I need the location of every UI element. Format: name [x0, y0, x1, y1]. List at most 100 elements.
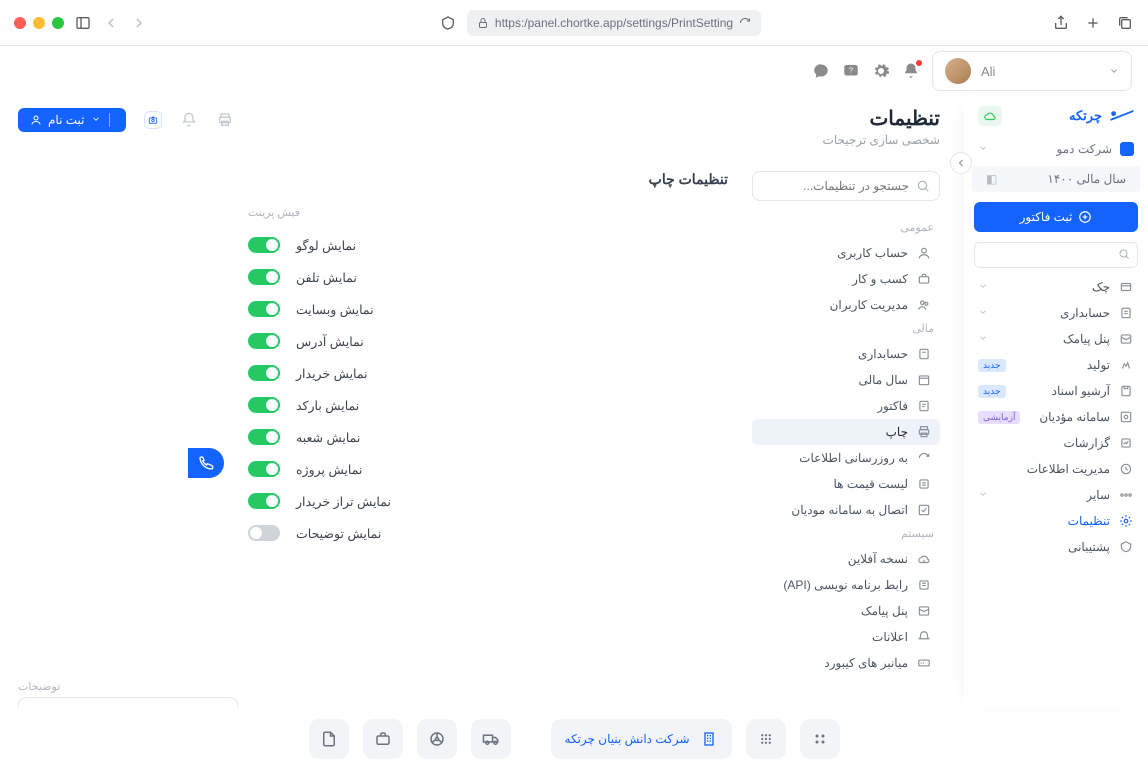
sidebar-item-5[interactable]: سامانه مؤدیانآزمایشی: [964, 404, 1148, 430]
fiscal-year-selector[interactable]: سال مالی ۱۴۰۰ ◧: [972, 166, 1140, 192]
toggle-switch[interactable]: [248, 333, 280, 349]
user-menu[interactable]: Ali: [932, 51, 1132, 91]
settings-item[interactable]: رابط برنامه نویسی (API): [752, 572, 940, 598]
settings-item[interactable]: حساب کاربری: [752, 240, 940, 266]
new-tab-icon[interactable]: [1084, 14, 1102, 32]
sidebar-item-10[interactable]: پشتیبانی: [964, 534, 1148, 560]
sidebar-toggle-icon[interactable]: [74, 14, 92, 32]
print-settings-panel: تنظیمات چاپ فیش پرینت نمایش لوگونمایش تل…: [248, 171, 728, 676]
forward-icon[interactable]: [130, 14, 148, 32]
toggle-switch[interactable]: [248, 493, 280, 509]
toggle-switch[interactable]: [248, 365, 280, 381]
settings-item[interactable]: پنل پیامک: [752, 598, 940, 624]
dock-wheel-icon[interactable]: [417, 719, 457, 759]
minimize-window-icon[interactable]: [33, 17, 45, 29]
share-icon[interactable]: [1052, 14, 1070, 32]
settings-item[interactable]: لیست قیمت ها: [752, 471, 940, 497]
settings-item[interactable]: به روزرسانی اطلاعات: [752, 445, 940, 471]
toggle-label: نمایش توضیحات: [296, 526, 381, 541]
sidebar-search[interactable]: [974, 242, 1138, 268]
bell-icon[interactable]: [902, 62, 920, 80]
sidebar-item-4[interactable]: آرشیو اسنادجدید: [964, 378, 1148, 404]
settings-group-label: سیستم: [752, 523, 940, 546]
maximize-window-icon[interactable]: [52, 17, 64, 29]
toggle-switch[interactable]: [248, 429, 280, 445]
new-invoice-button[interactable]: ثبت فاکتور: [974, 202, 1138, 232]
settings-item[interactable]: چاپ: [752, 419, 940, 445]
toggle-label: نمایش تراز خریدار: [296, 494, 391, 509]
call-support-button[interactable]: [188, 448, 224, 478]
sidebar-item-0[interactable]: چک: [964, 274, 1148, 300]
calendar-icon: ◧: [986, 172, 997, 186]
toggle-switch[interactable]: [248, 397, 280, 413]
settings-item-label: سال مالی: [858, 373, 908, 387]
settings-item-label: رابط برنامه نویسی (API): [783, 578, 908, 592]
dock-company-button[interactable]: شرکت دانش بنیان چرتکه: [551, 719, 732, 759]
settings-item-icon: [916, 450, 932, 466]
sidebar-item-8[interactable]: سایر: [964, 482, 1148, 508]
settings-item-icon: [916, 372, 932, 388]
company-selector[interactable]: شرکت دمو: [964, 136, 1148, 162]
tabs-icon[interactable]: [1116, 14, 1134, 32]
chat-icon[interactable]: [812, 62, 830, 80]
search-icon: [1118, 248, 1130, 263]
sidebar-item-9[interactable]: تنظیمات: [964, 508, 1148, 534]
settings-search-input[interactable]: [752, 171, 940, 201]
sidebar-item-7[interactable]: مدیریت اطلاعات: [964, 456, 1148, 482]
nav-label: سامانه مؤدیان: [1039, 410, 1110, 424]
bell-outline-icon[interactable]: [180, 111, 198, 129]
chevron-down-icon: [978, 306, 988, 320]
settings-item-icon: [916, 655, 932, 671]
settings-item[interactable]: اعلانات: [752, 624, 940, 650]
dock-briefcase-icon[interactable]: [363, 719, 403, 759]
settings-item-label: نسخه آفلاین: [848, 552, 908, 566]
description-textarea[interactable]: [18, 697, 238, 708]
sidebar-item-3[interactable]: تولیدجدید: [964, 352, 1148, 378]
dock-apps-icon[interactable]: [800, 719, 840, 759]
signup-button[interactable]: ثبت نام: [18, 108, 126, 132]
help-icon[interactable]: ?: [842, 62, 860, 80]
chevron-down-icon: [1109, 64, 1119, 79]
toggle-row: نمایش لوگو: [248, 229, 728, 261]
nav-icon: [1118, 487, 1134, 503]
printer-icon[interactable]: [216, 111, 234, 129]
settings-item[interactable]: اتصال به سامانه مودیان: [752, 497, 940, 523]
sidebar-search-input[interactable]: [974, 242, 1138, 268]
sidebar-item-6[interactable]: گزارشات: [964, 430, 1148, 456]
reload-icon[interactable]: [739, 17, 751, 29]
toggle-switch[interactable]: [248, 525, 280, 541]
dock-truck-icon[interactable]: [471, 719, 511, 759]
nav-label: آرشیو اسناد: [1052, 384, 1110, 398]
settings-item[interactable]: فاکتور: [752, 393, 940, 419]
chevron-down-icon: [978, 488, 988, 502]
shield-icon[interactable]: [439, 14, 457, 32]
toggle-switch[interactable]: [248, 269, 280, 285]
dock-grid-icon[interactable]: [746, 719, 786, 759]
settings-item[interactable]: نسخه آفلاین: [752, 546, 940, 572]
url-bar[interactable]: https:/panel.chortke.app/settings/PrintS…: [467, 10, 761, 36]
settings-item[interactable]: میانبر های کیبورد: [752, 650, 940, 676]
settings-item[interactable]: مدیریت کاربران: [752, 292, 940, 318]
sidebar-item-1[interactable]: حسابداری: [964, 300, 1148, 326]
dock-document-icon[interactable]: [309, 719, 349, 759]
collapse-sidebar-button[interactable]: [950, 152, 972, 174]
toggle-switch[interactable]: [248, 237, 280, 253]
page-subtitle: شخصی سازی ترجیحات: [18, 133, 940, 147]
close-window-icon[interactable]: [14, 17, 26, 29]
settings-item[interactable]: حسابداری: [752, 341, 940, 367]
toggle-row: نمایش پروژه: [248, 453, 728, 485]
search-icon: [916, 179, 930, 196]
new-invoice-label: ثبت فاکتور: [1020, 210, 1073, 224]
brand[interactable]: چرتکه: [964, 102, 1148, 136]
back-icon[interactable]: [102, 14, 120, 32]
chevron-down-icon: [978, 332, 988, 346]
camera-icon[interactable]: [144, 111, 162, 129]
toggle-switch[interactable]: [248, 301, 280, 317]
settings-item[interactable]: کسب و کار: [752, 266, 940, 292]
settings-item[interactable]: سال مالی: [752, 367, 940, 393]
settings-group-label: عمومی: [752, 217, 940, 240]
gear-icon[interactable]: [872, 62, 890, 80]
sidebar-item-2[interactable]: پنل پیامک: [964, 326, 1148, 352]
toggle-switch[interactable]: [248, 461, 280, 477]
nav-label: پنل پیامک: [1063, 332, 1110, 346]
